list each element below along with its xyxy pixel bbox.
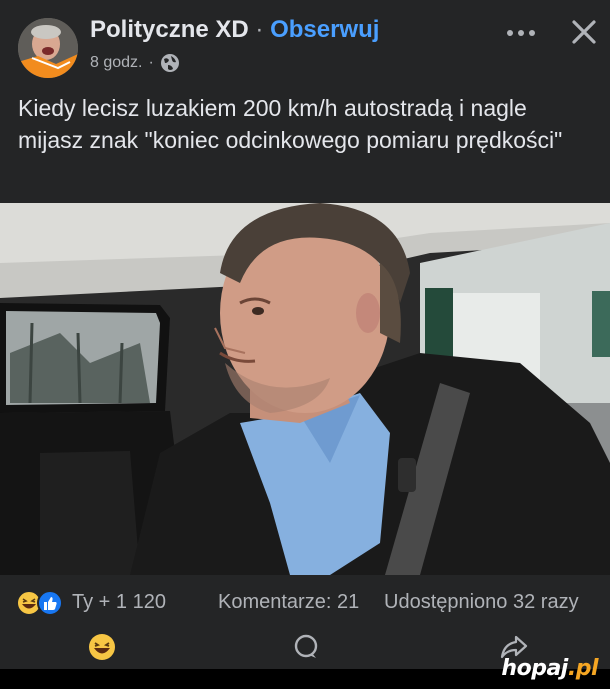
post-meta: 8 godz. · xyxy=(90,53,180,73)
post-header: Polityczne XD · Obserwuj 8 godz. · xyxy=(0,0,610,90)
reaction-count[interactable]: Ty + 1 120 xyxy=(72,591,166,614)
close-icon[interactable] xyxy=(566,14,602,50)
page-name[interactable]: Polityczne XD xyxy=(90,16,249,43)
time-separator: · xyxy=(148,54,154,71)
react-button[interactable] xyxy=(86,631,118,663)
watermark-suffix: .pl xyxy=(567,656,599,681)
comments-count[interactable]: Komentarze: 21 xyxy=(218,591,359,614)
reactions-bar: Ty + 1 120 Komentarze: 21 Udostępniono 3… xyxy=(0,585,610,621)
facebook-post: Polityczne XD · Obserwuj 8 godz. · Kiedy… xyxy=(0,0,610,689)
avatar-image xyxy=(18,18,78,78)
page-avatar[interactable] xyxy=(18,18,78,78)
shares-count[interactable]: Udostępniono 32 razy xyxy=(384,591,579,614)
haha-emoji-icon xyxy=(89,634,115,660)
car-interior-image xyxy=(0,203,610,575)
site-watermark: hopaj.pl xyxy=(501,656,598,681)
more-horizontal-icon[interactable] xyxy=(504,18,538,48)
like-icon xyxy=(37,590,63,616)
post-time[interactable]: 8 godz. xyxy=(90,54,142,72)
reaction-icons[interactable] xyxy=(16,589,66,617)
name-separator: · xyxy=(255,16,264,43)
post-photo[interactable] xyxy=(0,203,610,575)
comment-button[interactable] xyxy=(290,631,322,663)
globe-icon xyxy=(160,54,179,72)
comment-icon xyxy=(294,634,318,658)
share-icon xyxy=(500,635,528,659)
post-caption: Kiedy lecisz luzakiem 200 km/h autostrad… xyxy=(18,95,563,153)
watermark-text: hopaj xyxy=(501,656,568,681)
page-name-line: Polityczne XD · Obserwuj xyxy=(90,16,379,44)
follow-button[interactable]: Obserwuj xyxy=(270,16,379,43)
